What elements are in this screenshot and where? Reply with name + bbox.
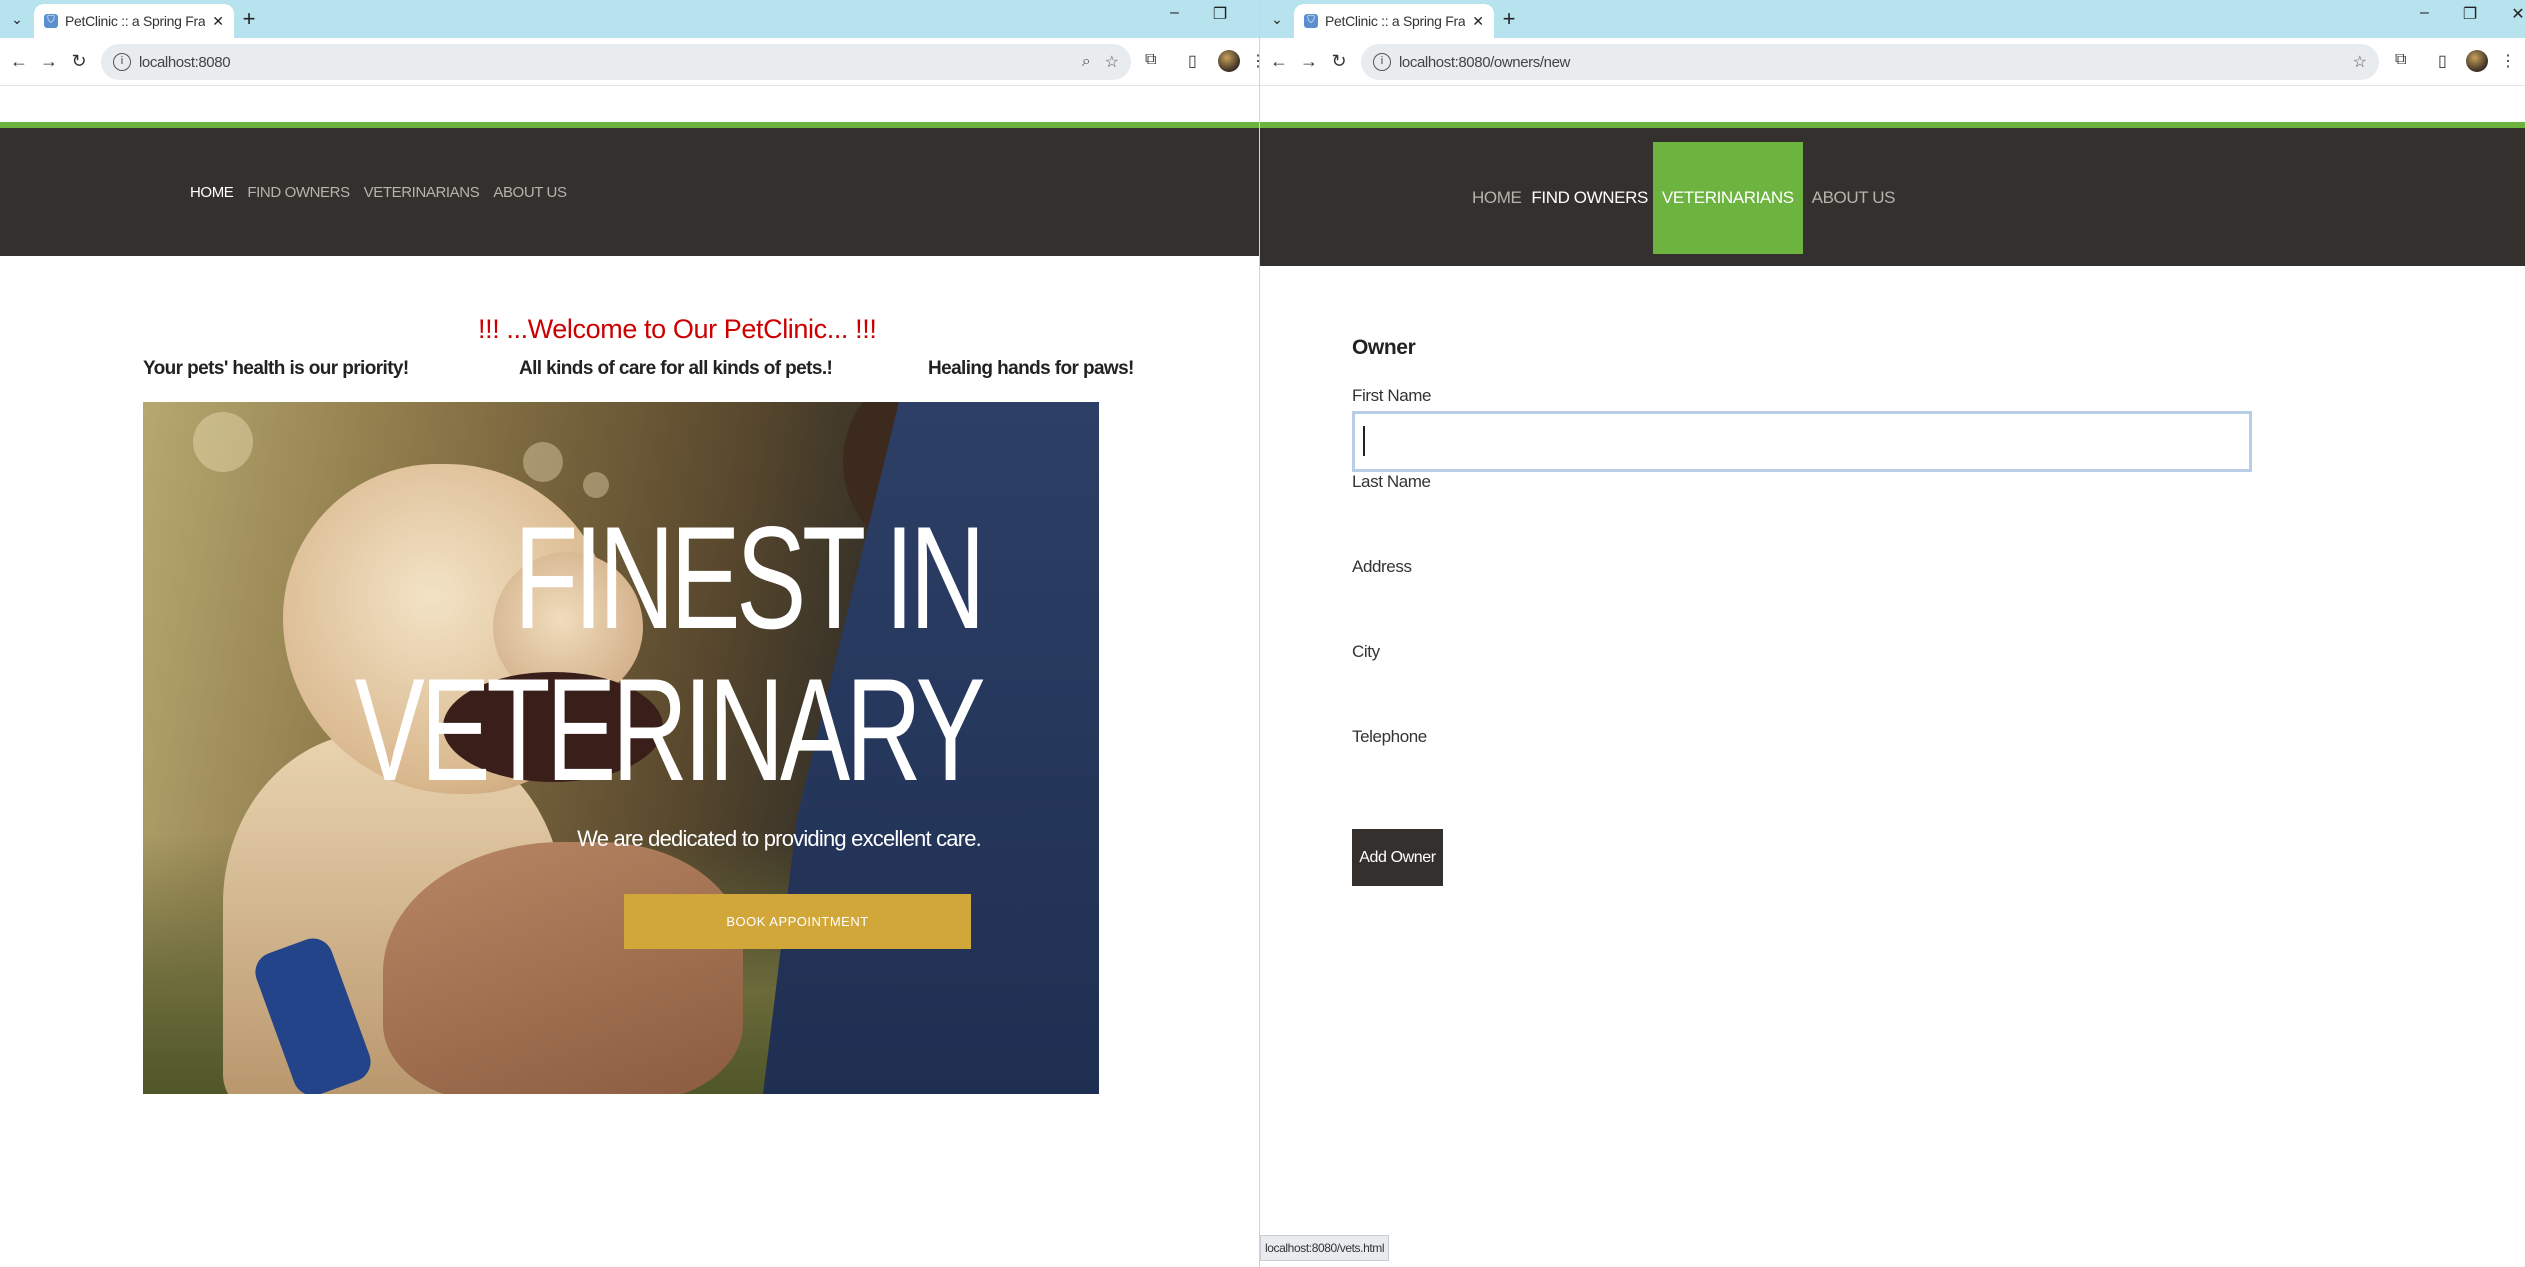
tab-close-icon[interactable]: ✕ <box>1472 13 1484 30</box>
tab-title: PetClinic :: a Spring Framework <box>65 13 206 29</box>
url-text: localhost:8080 <box>139 53 231 71</box>
new-tab-plus-icon[interactable]: + <box>236 6 262 32</box>
restore-icon[interactable]: ❐ <box>2463 4 2477 24</box>
tab-strip: ⌄ ⛉ PetClinic :: a Spring Framework ✕ + … <box>1260 0 2525 38</box>
browser-window-left: ⌄ ⛉ PetClinic :: a Spring Framework ✕ + … <box>0 0 1259 1267</box>
site-navbar: HOME FIND OWNERS VETERINARIANS ABOUT US <box>0 128 1259 256</box>
status-bar-url: localhost:8080/vets.html <box>1260 1235 1390 1261</box>
add-owner-button[interactable]: Add Owner <box>1352 829 1443 886</box>
profile-avatar[interactable] <box>1218 50 1240 72</box>
extensions-puzzle-icon[interactable]: ⧉ <box>1145 51 1156 69</box>
zoom-magnifier-icon[interactable]: ⌕ <box>1082 53 1091 71</box>
nav-find-owners[interactable]: FIND OWNERS <box>247 180 350 204</box>
window-controls: – ❐ ✕ <box>2420 4 2525 24</box>
nav-about-us[interactable]: ABOUT US <box>493 180 567 204</box>
welcome-heading: !!! ...Welcome to Our PetClinic... !!! <box>478 314 877 344</box>
hero-title: FINEST IN VETERINARY <box>354 496 986 811</box>
nav-home[interactable]: HOME <box>1467 142 1526 254</box>
browser-tab[interactable]: ⛉ PetClinic :: a Spring Framework ✕ <box>34 4 234 38</box>
menu-kebab-icon[interactable]: ⋮ <box>2500 51 2516 71</box>
book-appointment-button[interactable]: BOOK APPOINTMENT <box>624 894 971 949</box>
petclinic-favicon-icon: ⛉ <box>1304 14 1318 28</box>
restore-icon[interactable]: ❐ <box>1213 4 1227 24</box>
nav-home[interactable]: HOME <box>190 180 234 204</box>
tagline-center: All kinds of care for all kinds of pets.… <box>519 358 833 379</box>
hero-title-line-1: FINEST IN <box>513 496 986 659</box>
sidebar-icon[interactable]: ▯ <box>2438 51 2447 71</box>
label-first-name: First Name <box>1352 386 1432 405</box>
profile-avatar[interactable] <box>2466 50 2488 72</box>
label-telephone: Telephone <box>1352 727 1427 746</box>
form-heading-owner: Owner <box>1352 336 1416 359</box>
nav-veterinarians[interactable]: VETERINARIANS <box>1652 142 1803 254</box>
tab-close-icon[interactable]: ✕ <box>212 13 224 30</box>
hero-person-hand <box>383 842 743 1094</box>
browser-toolbar: ← → ↻ i localhost:8080 ⌕ ☆ ⧉ ▯ ⋮ <box>0 38 1259 86</box>
extensions-puzzle-icon[interactable]: ⧉ <box>2395 51 2406 69</box>
tab-search-chevron-down-icon[interactable]: ⌄ <box>6 8 28 30</box>
minimize-icon[interactable]: – <box>1170 4 1179 24</box>
tab-strip: ⌄ ⛉ PetClinic :: a Spring Framework ✕ + … <box>0 0 1259 38</box>
window-controls: – ❐ ✕ <box>1170 4 1259 24</box>
nav-veterinarians[interactable]: VETERINARIANS <box>364 180 480 204</box>
address-bar[interactable]: i localhost:8080 ⌕ ☆ <box>101 44 1131 80</box>
label-last-name: Last Name <box>1352 472 1431 491</box>
reload-icon[interactable]: ↻ <box>68 50 90 72</box>
bookmark-star-icon[interactable]: ☆ <box>2353 52 2367 72</box>
back-arrow-left-icon[interactable]: ← <box>1268 50 1290 72</box>
browser-window-right: ⌄ ⛉ PetClinic :: a Spring Framework ✕ + … <box>1259 0 2525 1267</box>
first-name-input[interactable] <box>1352 411 2252 472</box>
bokeh-light <box>583 472 609 498</box>
petclinic-favicon-icon: ⛉ <box>44 14 58 28</box>
site-navbar: HOME FIND OWNERS VETERINARIANS ABOUT US <box>1260 128 2525 266</box>
tab-search-chevron-down-icon[interactable]: ⌄ <box>1266 8 1288 30</box>
nav-links: HOME FIND OWNERS VETERINARIANS ABOUT US <box>190 180 567 204</box>
nav-links: HOME FIND OWNERS VETERINARIANS ABOUT US <box>1467 142 1904 254</box>
label-city: City <box>1352 642 1380 661</box>
forward-arrow-right-icon[interactable]: → <box>1298 50 1320 72</box>
minimize-icon[interactable]: – <box>2420 4 2429 24</box>
hero-subtitle: We are dedicated to providing excellent … <box>577 826 982 851</box>
close-window-icon[interactable]: ✕ <box>2511 4 2524 24</box>
sidebar-icon[interactable]: ▯ <box>1188 51 1197 71</box>
reload-icon[interactable]: ↻ <box>1328 50 1350 72</box>
menu-kebab-icon[interactable]: ⋮ <box>1250 51 1259 71</box>
bokeh-light <box>523 442 563 482</box>
url-text: localhost:8080/owners/new <box>1399 53 1570 71</box>
back-arrow-left-icon[interactable]: ← <box>8 50 30 72</box>
bokeh-light <box>193 412 253 472</box>
new-tab-plus-icon[interactable]: + <box>1496 6 1522 32</box>
nav-find-owners[interactable]: FIND OWNERS <box>1526 142 1652 254</box>
site-info-icon[interactable]: i <box>1373 53 1391 71</box>
forward-arrow-right-icon[interactable]: → <box>38 50 60 72</box>
tagline-right: Healing hands for paws! <box>928 358 1134 379</box>
hero-title-line-2: VETERINARY <box>354 648 985 811</box>
nav-about-us[interactable]: ABOUT US <box>1803 142 1904 254</box>
browser-tab[interactable]: ⛉ PetClinic :: a Spring Framework ✕ <box>1294 4 1494 38</box>
label-address: Address <box>1352 557 1412 576</box>
hero-banner: FINEST IN VETERINARY We are dedicated to… <box>143 402 1099 1094</box>
browser-toolbar: ← → ↻ i localhost:8080/owners/new ☆ ⧉ ▯ … <box>1260 38 2525 86</box>
tab-title: PetClinic :: a Spring Framework <box>1325 13 1466 29</box>
site-info-icon[interactable]: i <box>113 53 131 71</box>
text-caret <box>1363 426 1365 456</box>
address-bar[interactable]: i localhost:8080/owners/new ☆ <box>1361 44 2379 80</box>
bookmark-star-icon[interactable]: ☆ <box>1105 52 1119 72</box>
tagline-left: Your pets' health is our priority! <box>143 358 409 379</box>
